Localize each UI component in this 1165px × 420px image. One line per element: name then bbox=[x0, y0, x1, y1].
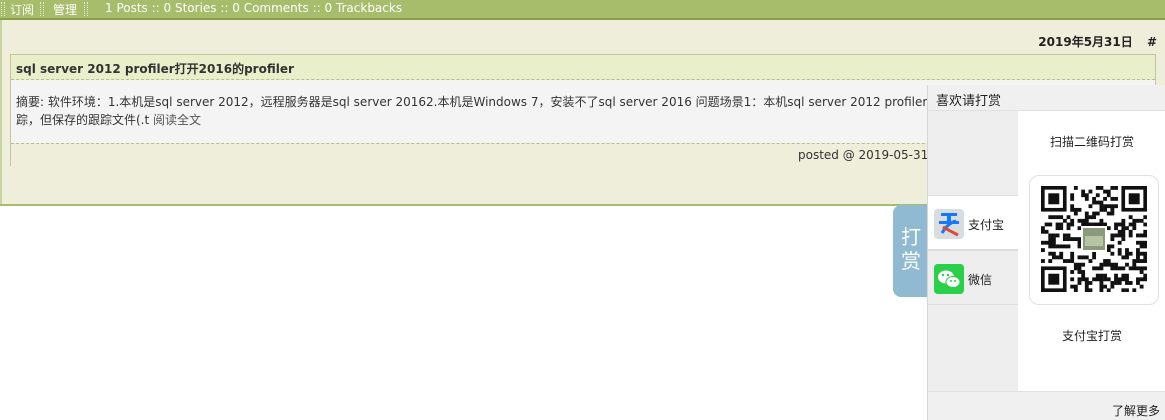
qr-caption: 支付宝打赏 bbox=[1061, 329, 1122, 343]
reward-tab[interactable]: 打赏 bbox=[893, 205, 929, 297]
qr-card bbox=[1029, 175, 1159, 305]
reward-panel: 喜欢请打赏 支付宝 微信 扫描二维码打赏 支付宝打赏 了解更多 bbox=[927, 85, 1165, 420]
read-more-link[interactable]: 阅读全文 bbox=[153, 113, 201, 127]
day-header: 2019年5月31日 # bbox=[1038, 33, 1157, 50]
wechat-icon bbox=[934, 264, 964, 294]
nav-separator bbox=[1, 2, 5, 16]
wechat-label: 微信 bbox=[968, 273, 993, 287]
qr-code-image bbox=[1041, 186, 1147, 292]
nav-subscribe-link[interactable]: 订阅 bbox=[10, 1, 34, 18]
post-title-bar: sql server 2012 profiler打开2016的profiler bbox=[11, 55, 1155, 80]
payment-method-wechat[interactable]: 微信 bbox=[928, 250, 1018, 305]
blog-stats: 1 Posts :: 0 Stories :: 0 Comments :: 0 … bbox=[105, 1, 403, 15]
alipay-label: 支付宝 bbox=[968, 218, 1005, 232]
payment-method-list: 支付宝 微信 bbox=[928, 111, 1018, 391]
nav-manage-link[interactable]: 管理 bbox=[53, 1, 77, 18]
right-edge-strip bbox=[1158, 20, 1165, 90]
reward-panel-header: 喜欢请打赏 bbox=[928, 85, 1165, 111]
learn-more-link[interactable]: 了解更多 bbox=[1112, 402, 1160, 419]
post-title-link[interactable]: sql server 2012 profiler打开2016的profiler bbox=[16, 60, 294, 77]
nav-separator bbox=[40, 2, 44, 16]
post-date: 2019年5月31日 bbox=[1038, 35, 1133, 49]
top-nav-bar: 订阅 管理 1 Posts :: 0 Stories :: 0 Comments… bbox=[0, 0, 1165, 20]
post-footer-text: posted @ 2019-05-31 21 bbox=[798, 148, 948, 162]
alipay-icon bbox=[934, 209, 964, 239]
payment-method-alipay[interactable]: 支付宝 bbox=[928, 195, 1018, 250]
reward-panel-footer: 了解更多 bbox=[928, 391, 1165, 420]
post-summary: 摘要: 软件环境：1.本机是sql server 2012，远程服务器是sql … bbox=[16, 93, 936, 129]
date-permalink[interactable]: # bbox=[1147, 35, 1157, 49]
nav-separator bbox=[84, 2, 88, 16]
reward-panel-title: 喜欢请打赏 bbox=[936, 94, 1002, 109]
qr-scan-hint: 扫描二维码打赏 bbox=[1049, 135, 1134, 149]
reward-tab-label: 打赏 bbox=[901, 225, 921, 273]
